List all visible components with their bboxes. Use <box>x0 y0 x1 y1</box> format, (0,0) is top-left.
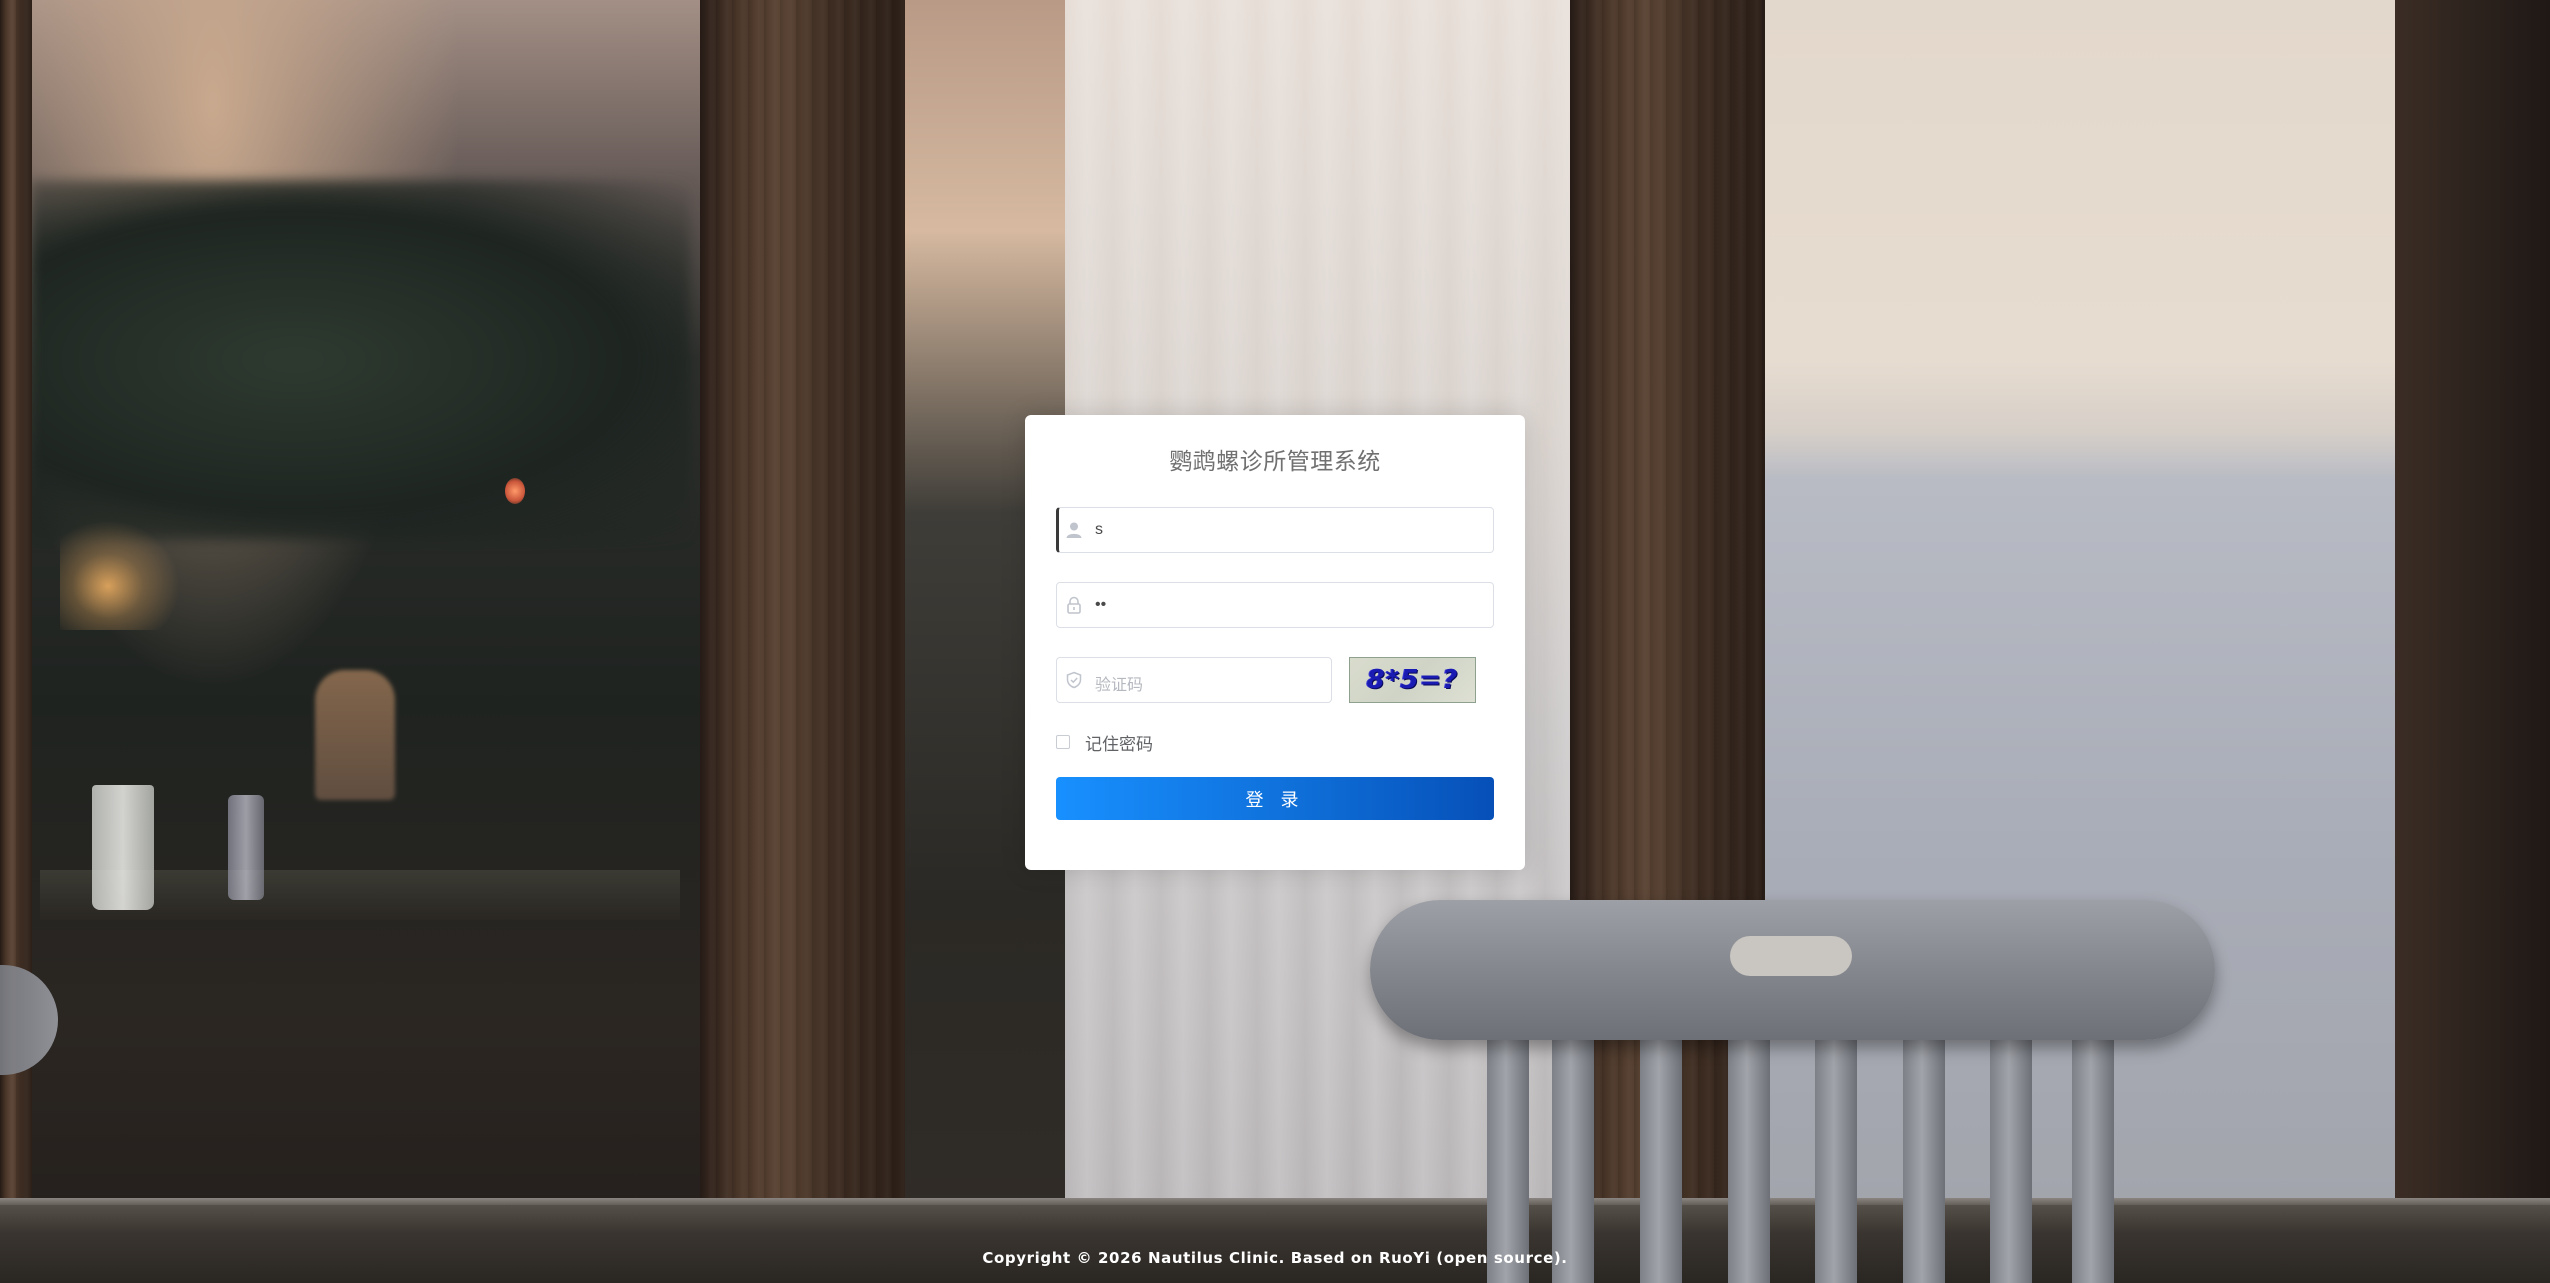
captcha-image[interactable]: 8*5=? <box>1349 657 1476 703</box>
background-chair-slat <box>2072 1030 2114 1283</box>
background-post-left <box>700 0 905 1283</box>
login-form: 鹦鹉螺诊所管理系统 s •• 验证码 8*5=? 记住密码 登 录 <box>1025 415 1525 870</box>
background-chair-slat <box>1640 1030 1682 1283</box>
background-post-far-left <box>0 0 32 1283</box>
background-bottle <box>228 795 264 900</box>
footer-copyright: Copyright © 2026 Nautilus Clinic. Based … <box>982 1249 1568 1267</box>
background-chair-slat <box>1815 1030 1857 1283</box>
background-sill <box>0 1205 2550 1283</box>
background-chair-reflection <box>315 670 395 800</box>
username-field[interactable]: s <box>1056 507 1494 553</box>
login-title: 鹦鹉螺诊所管理系统 <box>1169 448 1381 474</box>
username-value: s <box>1095 521 1103 538</box>
background-chair-handle <box>1730 936 1852 976</box>
remember-password-label[interactable]: 记住密码 <box>1085 730 1153 755</box>
background-chair-slat <box>1728 1030 1770 1283</box>
background-chair-slat <box>1552 1030 1594 1283</box>
background-lights <box>60 520 180 630</box>
captcha-placeholder: 验证码 <box>1095 677 1144 694</box>
login-button[interactable]: 登 录 <box>1056 777 1494 820</box>
lock-icon <box>1065 596 1083 614</box>
captcha-row: 验证码 8*5=? <box>1056 657 1494 703</box>
password-value: •• <box>1095 596 1107 613</box>
background-chair-slat <box>1903 1030 1945 1283</box>
background-lamp <box>505 478 525 504</box>
remember-password-checkbox[interactable] <box>1056 735 1070 749</box>
background-chair-slat <box>1990 1030 2032 1283</box>
remember-password-row: 记住密码 <box>1056 730 1494 755</box>
background-frame-right <box>2395 0 2550 1283</box>
captcha-field[interactable]: 验证码 <box>1056 657 1332 703</box>
password-field[interactable]: •• <box>1056 582 1494 628</box>
background-chair-slat <box>1487 1030 1529 1283</box>
user-icon <box>1065 521 1083 539</box>
background-trees <box>30 180 690 540</box>
background-cup <box>92 785 154 910</box>
shield-check-icon <box>1065 671 1083 689</box>
